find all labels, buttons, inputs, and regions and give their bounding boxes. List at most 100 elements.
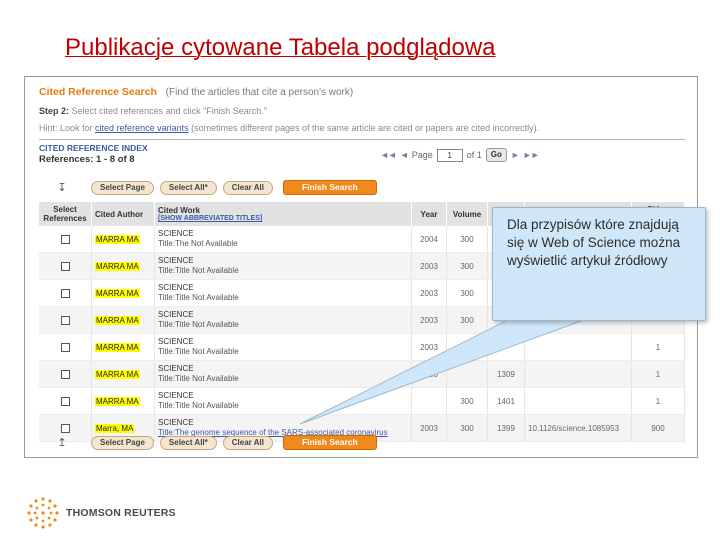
table-row: MARRA MA SCIENCE Title:Title Not Available… xyxy=(39,333,685,361)
author-cell: MARRA MA xyxy=(91,279,155,307)
select-all-button[interactable]: Select All* xyxy=(159,180,217,195)
author-cell: MARRA MA xyxy=(91,333,155,361)
volume-cell: 300 xyxy=(446,226,488,253)
work-cell: SCIENCE Title:The Not Available xyxy=(154,226,412,253)
select-checkbox[interactable] xyxy=(60,288,70,298)
cited-work: SCIENCE xyxy=(158,256,194,265)
clear-all-button[interactable]: Clear All xyxy=(222,180,273,195)
col-volume: Volume xyxy=(446,202,488,226)
select-checkbox[interactable] xyxy=(60,261,70,271)
select-cell xyxy=(39,387,92,415)
first-page-icon[interactable]: ◄◄ xyxy=(380,150,397,160)
cited-author: MARRA MA xyxy=(95,234,140,244)
select-checkbox[interactable] xyxy=(60,423,70,433)
doi-cell: 10.1126/science.1085953 xyxy=(524,414,632,442)
select-checkbox[interactable] xyxy=(60,315,70,325)
volume-cell: 300 xyxy=(446,333,488,361)
select-checkbox[interactable] xyxy=(60,342,70,352)
author-cell: MARRA MA xyxy=(91,360,155,388)
next-page-icon[interactable]: ► xyxy=(511,150,520,160)
work-cell: SCIENCE Title:Title Not Available xyxy=(154,333,412,361)
finish-search-button[interactable]: Finish Search xyxy=(282,180,377,195)
thomson-reuters-logo: THOMSON REUTERS xyxy=(26,496,176,530)
show-abbreviated-link[interactable]: [SHOW ABBREVIATED TITLES] xyxy=(158,215,408,222)
year-cell: 2003 xyxy=(411,414,447,442)
page-cell: 1401 xyxy=(487,387,525,415)
col-author: Cited Author xyxy=(91,202,155,226)
cited-title: Title:Title Not Available xyxy=(158,347,408,357)
cited-author: MARRA MA xyxy=(95,396,140,406)
top-button-row: ↧ Select Page Select All* Clear All Fini… xyxy=(39,180,377,195)
doi-cell xyxy=(524,333,632,361)
select-cell xyxy=(39,333,92,361)
title-label: Title: xyxy=(158,239,176,248)
work-cell: SCIENCE Title:Title Not Available xyxy=(154,252,412,280)
year-cell: 2003 xyxy=(411,333,447,361)
cited-title: Title:Title Not Available xyxy=(158,266,408,276)
doi-cell xyxy=(524,360,632,388)
volume-cell: 300 xyxy=(446,387,488,415)
page-input[interactable]: 1 xyxy=(436,148,463,162)
arrow-down-icon: ↧ xyxy=(57,182,67,194)
cited-work: SCIENCE xyxy=(158,337,194,346)
prev-page-icon[interactable]: ◄ xyxy=(400,150,409,160)
hint-line: Hint: Look for cited reference variants … xyxy=(39,123,539,133)
title-text: The Not Available xyxy=(175,239,238,248)
go-button[interactable]: Go xyxy=(485,148,507,162)
title-text: Title Not Available xyxy=(175,293,239,302)
year-cell xyxy=(411,387,447,415)
divider xyxy=(39,139,685,140)
cited-variants-link[interactable]: cited reference variants xyxy=(95,123,189,133)
citing-count-cell: 1 xyxy=(631,333,685,361)
cited-work: SCIENCE xyxy=(158,418,194,427)
table-row: MARRA MA SCIENCE Title:Title Not Available… xyxy=(39,360,685,388)
page-cell: 1309 xyxy=(487,360,525,388)
clear-all-button-bottom[interactable]: Clear All xyxy=(222,435,273,450)
select-checkbox[interactable] xyxy=(60,369,70,379)
col-work-label: Cited Work xyxy=(158,206,201,215)
callout-text: Dla przypisów które znajdują się w Web o… xyxy=(507,217,681,268)
select-all-button-bottom[interactable]: Select All* xyxy=(159,435,217,450)
hint-prefix: Hint: Look for xyxy=(39,123,93,133)
volume-cell: 300 xyxy=(446,414,488,442)
select-page-button-bottom[interactable]: Select Page xyxy=(91,435,154,450)
citing-count-cell: 1 xyxy=(631,387,685,415)
table-row: MARRA MA SCIENCE Title:Title Not Available… xyxy=(39,387,685,415)
slide-title: Publikacje cytowane Tabela podglądowa xyxy=(65,34,496,61)
logo-text: THOMSON REUTERS xyxy=(66,507,176,519)
search-subtitle: (Find the articles that cite a person's … xyxy=(165,87,354,98)
select-checkbox[interactable] xyxy=(60,234,70,244)
col-work: Cited Work [SHOW ABBREVIATED TITLES] xyxy=(154,202,412,226)
cited-title: Title:Title Not Available xyxy=(158,374,408,384)
cited-author: MARRA MA xyxy=(95,288,140,298)
year-cell: 2003 xyxy=(411,360,447,388)
cited-title: Title:Title Not Available xyxy=(158,401,408,411)
step-text: Select cited references and click "Finis… xyxy=(71,106,268,116)
title-label: Title: xyxy=(158,320,176,329)
col-select: Select References xyxy=(39,202,92,226)
page-label: Page xyxy=(411,150,433,160)
author-cell: MARRA MA xyxy=(91,306,155,334)
references-range: 1 - 8 of 8 xyxy=(96,154,135,165)
title-label: Title: xyxy=(158,401,176,410)
year-cell: 2003 xyxy=(411,279,447,307)
cited-title: Title:The Not Available xyxy=(158,239,408,249)
title-label: Title: xyxy=(158,266,176,275)
select-cell xyxy=(39,252,92,280)
step-label: Step 2: xyxy=(39,106,70,116)
citing-count-cell: 900 xyxy=(631,414,685,442)
page-cell xyxy=(487,333,525,361)
author-cell: MARRA MA xyxy=(91,387,155,415)
cited-author: MARRA MA xyxy=(95,315,140,325)
cited-work: SCIENCE xyxy=(158,310,194,319)
index-title: CITED REFERENCE INDEX xyxy=(39,143,148,153)
last-page-icon[interactable]: ►► xyxy=(523,150,540,160)
finish-search-button-bottom[interactable]: Finish Search xyxy=(282,435,377,450)
title-text: Title Not Available xyxy=(175,266,239,275)
author-cell: MARRA MA xyxy=(91,226,155,253)
callout-box: Dla przypisów które znajdują się w Web o… xyxy=(492,207,706,321)
title-text: Title Not Available xyxy=(175,320,239,329)
select-checkbox[interactable] xyxy=(60,396,70,406)
page-cell: 1399 xyxy=(487,414,525,442)
select-page-button[interactable]: Select Page xyxy=(91,180,154,195)
